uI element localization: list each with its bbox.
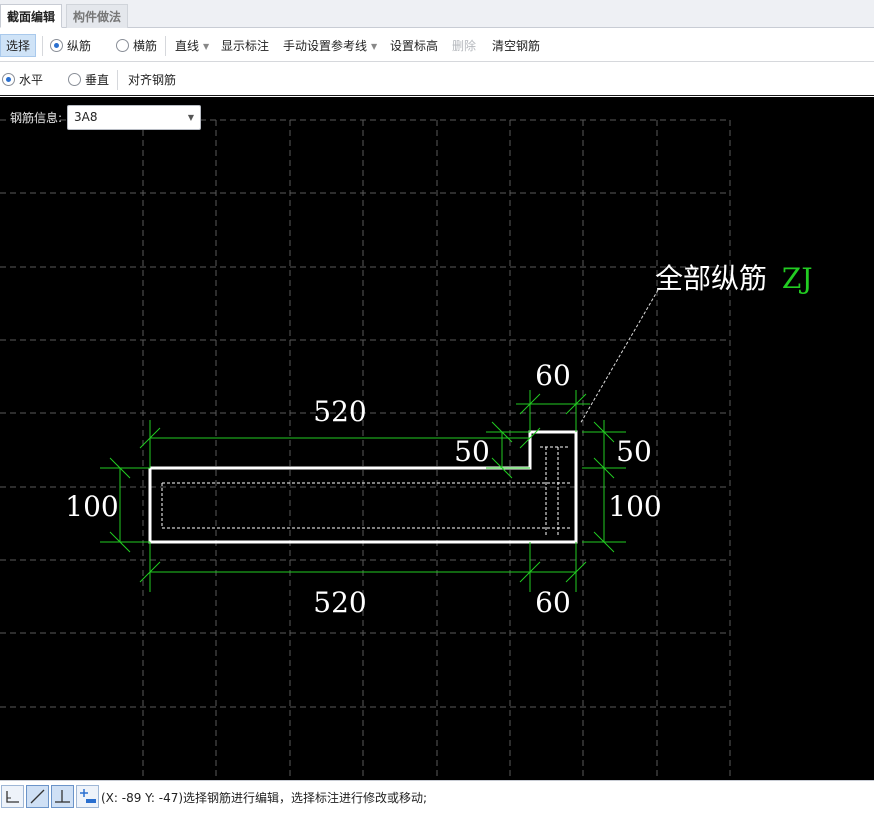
line-mode-button[interactable] (26, 785, 49, 808)
radio-empty-icon (68, 73, 81, 86)
caret-down-icon: ▼ (371, 42, 378, 51)
orthogonal-button[interactable] (1, 785, 24, 808)
longitudinal-radio[interactable]: 纵筋 (50, 37, 91, 55)
annotation-leader (579, 289, 659, 425)
alignment-toolbar: 水平 垂直 对齐钢筋 (0, 63, 874, 96)
caret-down-icon: ▼ (187, 113, 194, 122)
toolbar-separator (117, 70, 118, 90)
rebar-info-select[interactable]: 3A8 ▼ (67, 105, 201, 130)
radio-selected-icon (50, 39, 63, 52)
perpendicular-button[interactable] (51, 785, 74, 808)
drawing-canvas[interactable]: 520 60 50 50 100 100 520 60 全部纵筋 ZJ 钢筋信息… (0, 97, 874, 780)
dim-bottom-notch-width[interactable]: 60 (535, 586, 571, 619)
status-text: (X: -89 Y: -47)选择钢筋进行编辑，选择标注进行修改或移动; (101, 791, 428, 805)
dim-bottom-length[interactable]: 520 (313, 586, 366, 619)
tab-component-method[interactable]: 构件做法 (66, 4, 129, 28)
show-annotation-button[interactable]: 显示标注 (221, 37, 269, 55)
tab-section-edit[interactable]: 截面编辑 (0, 4, 63, 28)
rebar-info-label: 钢筋信息: (10, 111, 63, 125)
toolbar-separator (165, 36, 166, 56)
main-toolbar: 选择 纵筋 横筋 直线 ▼ 显示标注 手动设置参考线 ▼ 设置标高 删除 清空钢筋 (0, 29, 874, 62)
dim-notch-depth-left[interactable]: 50 (454, 435, 490, 468)
line-icon (30, 789, 45, 804)
rebar-lines[interactable] (161, 446, 570, 536)
tab-bar: 截面编辑 构件做法 (0, 0, 874, 28)
dim-left-height[interactable]: 100 (65, 490, 118, 523)
clear-rebar-button[interactable]: 清空钢筋 (492, 37, 540, 55)
section-drawing[interactable]: 520 60 50 50 100 100 520 60 全部纵筋 ZJ (0, 97, 874, 780)
vertical-radio[interactable]: 垂直 (68, 71, 109, 89)
dim-top-length[interactable]: 520 (313, 395, 366, 428)
add-point-button[interactable] (76, 785, 99, 808)
dim-right-height[interactable]: 100 (608, 490, 661, 523)
perpendicular-icon (55, 790, 70, 803)
manual-ref-line-dropdown[interactable]: 手动设置参考线 ▼ (283, 37, 377, 55)
set-elevation-button[interactable]: 设置标高 (390, 37, 438, 55)
select-button[interactable]: 选择 (0, 34, 37, 57)
delete-button[interactable]: 删除 (452, 37, 476, 55)
status-bar: (X: -89 Y: -47)选择钢筋进行编辑，选择标注进行修改或移动; (0, 780, 874, 823)
horizontal-radio[interactable]: 水平 (2, 71, 43, 89)
line-dropdown[interactable]: 直线 ▼ (175, 37, 209, 55)
align-rebar-button[interactable]: 对齐钢筋 (128, 71, 176, 89)
toolbar-separator (42, 36, 43, 56)
radio-selected-icon (2, 73, 15, 86)
dim-top-notch-width[interactable]: 60 (535, 359, 571, 392)
add-point-icon (80, 789, 96, 803)
caret-down-icon: ▼ (203, 42, 210, 51)
radio-empty-icon (116, 39, 129, 52)
transverse-radio[interactable]: 横筋 (116, 37, 157, 55)
annotation-label[interactable]: 全部纵筋 ZJ (655, 262, 813, 295)
orthogonal-icon (6, 791, 19, 803)
dim-notch-depth-right[interactable]: 50 (616, 435, 652, 468)
